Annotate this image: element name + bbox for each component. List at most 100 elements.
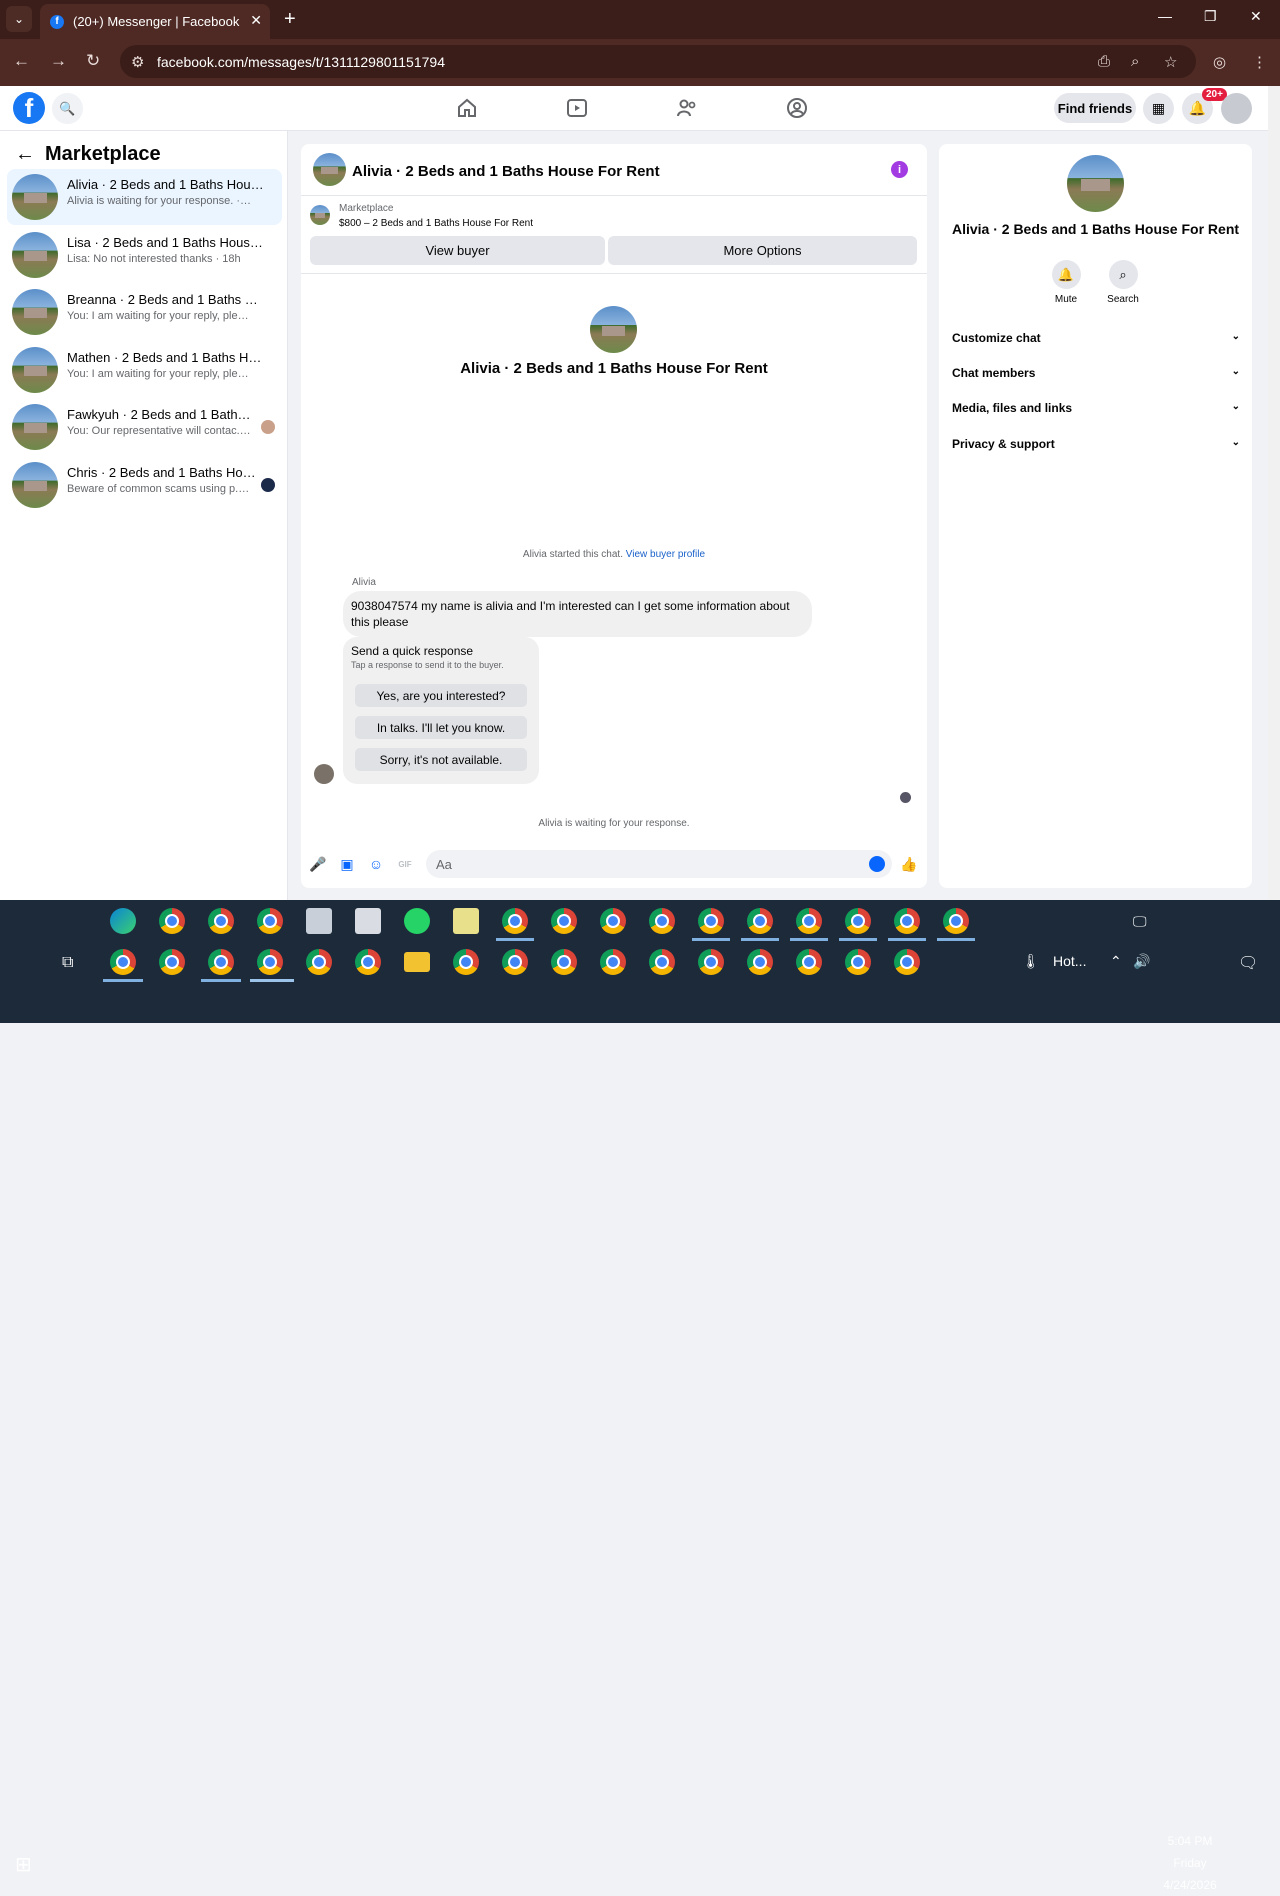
back-arrow-icon[interactable]: ← bbox=[15, 143, 35, 166]
menu-grid-icon[interactable]: ▦ bbox=[1143, 93, 1174, 124]
system-clock[interactable]: 5:04 PM Friday 4/24/2026 bbox=[1150, 1830, 1230, 1896]
chrome-icon[interactable] bbox=[551, 949, 577, 975]
profile-icon[interactable]: ◎ bbox=[1213, 53, 1226, 71]
info-icon[interactable]: i bbox=[891, 161, 908, 178]
chrome-icon[interactable] bbox=[110, 949, 136, 975]
find-friends-button[interactable]: Find friends bbox=[1054, 93, 1136, 123]
windows-start-icon[interactable]: ⊞ bbox=[15, 1852, 32, 1877]
thumbs-up-icon[interactable]: 👍 bbox=[900, 856, 917, 872]
gif-icon[interactable]: GIF bbox=[397, 856, 413, 872]
quick-response-button[interactable]: Sorry, it's not available. bbox=[355, 748, 527, 771]
sticker-icon[interactable]: ☺ bbox=[368, 856, 384, 872]
quick-response-button[interactable]: Yes, are you interested? bbox=[355, 684, 527, 707]
quick-response-button[interactable]: In talks. I'll let you know. bbox=[355, 716, 527, 739]
zoom-icon[interactable]: ⌕ bbox=[1131, 53, 1139, 70]
listing-price-title[interactable]: $800 – 2 Beds and 1 Baths House For Rent bbox=[339, 218, 533, 229]
friends-icon[interactable] bbox=[675, 96, 699, 120]
home-icon[interactable] bbox=[455, 96, 479, 120]
sender-avatar[interactable] bbox=[314, 764, 334, 784]
listing-thumbnail[interactable] bbox=[310, 205, 330, 225]
chrome-icon[interactable] bbox=[649, 949, 675, 975]
chrome-icon[interactable] bbox=[257, 949, 283, 975]
edge-icon[interactable] bbox=[110, 908, 136, 934]
task-view-icon[interactable]: ⧉ bbox=[62, 954, 73, 972]
app-icon[interactable] bbox=[453, 908, 479, 934]
minimize-button[interactable]: — bbox=[1158, 8, 1172, 24]
chrome-icon[interactable] bbox=[306, 949, 332, 975]
view-buyer-button[interactable]: View buyer bbox=[310, 236, 605, 265]
install-app-icon[interactable]: ⎙ bbox=[1098, 53, 1110, 70]
network-icon[interactable]: 🖵 bbox=[1133, 913, 1147, 930]
search-icon[interactable]: 🔍 bbox=[52, 93, 83, 124]
chrome-icon[interactable] bbox=[796, 908, 822, 934]
video-icon[interactable] bbox=[565, 96, 589, 120]
bookmark-star-icon[interactable]: ☆ bbox=[1164, 53, 1177, 71]
chrome-icon[interactable] bbox=[257, 908, 283, 934]
notification-center-icon[interactable]: 🗨 bbox=[1238, 953, 1258, 973]
conversation-item[interactable]: Mathen · 2 Beds and 1 Baths House For Re… bbox=[7, 342, 282, 398]
file-explorer-icon[interactable] bbox=[404, 952, 430, 972]
chrome-icon[interactable] bbox=[502, 949, 528, 975]
conversation-item[interactable]: Fawkyuh · 2 Beds and 1 Baths House For R… bbox=[7, 399, 282, 455]
account-avatar[interactable] bbox=[1221, 93, 1252, 124]
emoji-icon[interactable] bbox=[869, 856, 885, 872]
chat-members-row[interactable]: Chat members ⌄ bbox=[952, 366, 1240, 380]
weather-text[interactable]: Hot... bbox=[1053, 953, 1086, 969]
chevron-up-icon[interactable]: ⌃ bbox=[1110, 953, 1122, 970]
chrome-icon[interactable] bbox=[747, 908, 773, 934]
chat-title[interactable]: Alivia · 2 Beds and 1 Baths House For Re… bbox=[352, 163, 660, 180]
customize-chat-row[interactable]: Customize chat ⌄ bbox=[952, 331, 1240, 345]
chrome-icon[interactable] bbox=[747, 949, 773, 975]
conversation-item[interactable]: Breanna · 2 Beds and 1 Baths House For R… bbox=[7, 284, 282, 340]
chrome-icon[interactable] bbox=[649, 908, 675, 934]
whatsapp-icon[interactable] bbox=[404, 908, 430, 934]
weather-icon[interactable]: 🌡 bbox=[1022, 953, 1040, 970]
chrome-icon[interactable] bbox=[845, 908, 871, 934]
restore-button[interactable]: ❐ bbox=[1204, 8, 1217, 25]
media-files-links-row[interactable]: Media, files and links ⌄ bbox=[952, 401, 1240, 415]
groups-icon[interactable] bbox=[785, 96, 809, 120]
chrome-icon[interactable] bbox=[698, 949, 724, 975]
chrome-icon[interactable] bbox=[600, 949, 626, 975]
address-bar[interactable]: facebook.com/messages/t/1311129801151794 bbox=[120, 45, 1196, 78]
chrome-icon[interactable] bbox=[698, 908, 724, 934]
app-icon[interactable] bbox=[306, 908, 332, 934]
reload-button[interactable]: ↻ bbox=[86, 51, 100, 71]
facebook-logo-icon[interactable]: f bbox=[13, 92, 45, 124]
bell-icon[interactable]: 🔔 bbox=[1051, 260, 1081, 289]
mute-action[interactable]: 🔔 Mute bbox=[1036, 260, 1096, 305]
chrome-icon[interactable] bbox=[355, 949, 381, 975]
chrome-icon[interactable] bbox=[208, 949, 234, 975]
photo-icon[interactable]: ▣ bbox=[339, 856, 355, 872]
site-info-icon[interactable]: ⚙ bbox=[131, 53, 144, 71]
chrome-icon[interactable] bbox=[894, 949, 920, 975]
chat-listing-thumbnail[interactable] bbox=[313, 153, 346, 186]
chrome-icon[interactable] bbox=[453, 949, 479, 975]
chrome-icon[interactable] bbox=[208, 908, 234, 934]
microphone-icon[interactable]: 🎤 bbox=[309, 856, 326, 872]
more-options-button[interactable]: More Options bbox=[608, 236, 917, 265]
search-action[interactable]: ⌕ Search bbox=[1093, 260, 1153, 305]
back-button[interactable]: ← bbox=[13, 51, 30, 71]
privacy-support-row[interactable]: Privacy & support ⌄ bbox=[952, 437, 1240, 451]
chrome-icon[interactable] bbox=[894, 908, 920, 934]
search-icon[interactable]: ⌕ bbox=[1108, 260, 1138, 289]
close-window-button[interactable]: ✕ bbox=[1250, 8, 1262, 25]
chrome-icon[interactable] bbox=[502, 908, 528, 934]
close-tab-icon[interactable]: ✕ bbox=[250, 12, 262, 29]
browser-menu-icon[interactable]: ⋮ bbox=[1252, 53, 1267, 71]
app-icon[interactable] bbox=[355, 908, 381, 934]
browser-tab[interactable]: f (20+) Messenger | Facebook ✕ bbox=[40, 4, 270, 39]
chrome-icon[interactable] bbox=[159, 908, 185, 934]
tab-search-dropdown[interactable]: ⌄ bbox=[6, 6, 32, 32]
conversation-item[interactable]: Lisa · 2 Beds and 1 Baths House For Rent… bbox=[7, 227, 282, 283]
message-input[interactable]: Aa bbox=[426, 850, 892, 878]
volume-icon[interactable]: 🔊 bbox=[1133, 953, 1150, 970]
chrome-icon[interactable] bbox=[796, 949, 822, 975]
conversation-item[interactable]: Chris · 2 Beds and 1 Baths House For Ren… bbox=[7, 457, 282, 513]
chrome-icon[interactable] bbox=[845, 949, 871, 975]
chrome-icon[interactable] bbox=[159, 949, 185, 975]
page-scrollbar[interactable] bbox=[1268, 86, 1280, 900]
chrome-icon[interactable] bbox=[600, 908, 626, 934]
chrome-icon[interactable] bbox=[551, 908, 577, 934]
